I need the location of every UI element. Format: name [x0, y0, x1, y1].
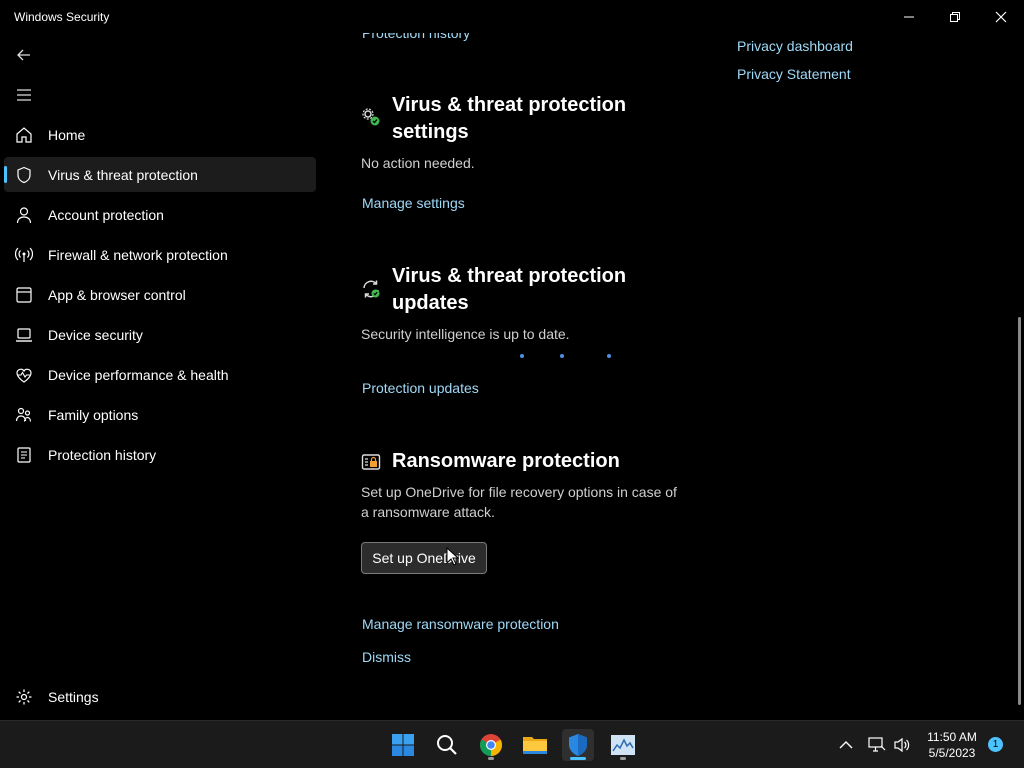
restore-icon [950, 11, 960, 22]
sidebar-item-label: Account protection [48, 206, 164, 223]
restore-button[interactable] [932, 0, 978, 33]
heart-pulse-icon [16, 368, 32, 383]
task-manager-icon [611, 735, 635, 755]
home-icon [16, 127, 32, 143]
show-hidden-icons-button[interactable] [836, 733, 856, 757]
ransomware-icon [361, 454, 381, 470]
active-indicator [570, 757, 586, 760]
taskbar: 11:50 AM 5/5/2023 1 [0, 720, 1024, 768]
progress-dot [520, 354, 524, 358]
close-button[interactable] [978, 0, 1024, 33]
sidebar-item-label: Device security [48, 326, 143, 343]
sidebar-item-app-browser-control[interactable]: App & browser control [4, 277, 316, 312]
sidebar-item-account-protection[interactable]: Account protection [4, 197, 316, 232]
network-button[interactable] [867, 733, 887, 757]
sidebar-item-label: Firewall & network protection [48, 246, 228, 263]
taskbar-file-explorer-button[interactable] [519, 729, 551, 761]
sidebar-item-device-security[interactable]: Device security [4, 317, 316, 352]
progress-dot [560, 354, 564, 358]
close-icon [995, 11, 1007, 22]
taskbar-search-button[interactable] [431, 729, 463, 761]
search-icon [437, 735, 457, 755]
laptop-icon [16, 328, 32, 342]
sidebar-item-label: Virus & threat protection [48, 166, 198, 183]
app-title: Windows Security [14, 10, 110, 24]
minimize-button[interactable] [886, 0, 932, 33]
taskbar-chrome-button[interactable] [475, 729, 507, 761]
scrollbar-thumb[interactable] [1018, 317, 1021, 705]
taskbar-task-manager-button[interactable] [607, 729, 639, 761]
menu-button[interactable] [14, 85, 34, 105]
sidebar-item-home[interactable]: Home [4, 117, 316, 152]
notification-badge[interactable]: 1 [988, 737, 1003, 752]
back-button[interactable] [14, 45, 34, 65]
file-explorer-icon [523, 737, 547, 754]
running-indicator [620, 757, 626, 760]
start-icon [392, 734, 414, 756]
sidebar-item-family-options[interactable]: Family options [4, 397, 316, 432]
privacy-dashboard-link[interactable]: Privacy dashboard [737, 38, 853, 54]
protection-history-link[interactable]: Protection history [362, 33, 470, 41]
chevron-up-icon [839, 741, 853, 749]
sidebar-item-label: Home [48, 126, 86, 143]
refresh-update-icon [363, 280, 380, 298]
ransomware-section-title: Ransomware protection [392, 450, 620, 472]
protection-updates-link[interactable]: Protection updates [362, 380, 479, 396]
family-icon [15, 407, 32, 422]
volume-button[interactable] [892, 733, 912, 757]
minimize-icon [904, 16, 914, 17]
chrome-icon [480, 734, 502, 756]
settings-section-title: Virus & threat protection settings [392, 94, 627, 143]
windows-security-icon [569, 734, 587, 756]
dismiss-link[interactable]: Dismiss [362, 649, 411, 665]
sidebar-item-settings[interactable]: Settings [4, 679, 316, 715]
updates-section-title: Virus & threat protection updates [392, 265, 627, 314]
sidebar-item-firewall-network-protection[interactable]: Firewall & network protection [4, 237, 316, 272]
browser-window-icon [16, 287, 32, 303]
start-button[interactable] [387, 729, 419, 761]
settings-status-text: No action needed. [361, 155, 475, 171]
network-icon [868, 737, 886, 752]
manage-ransomware-protection-link[interactable]: Manage ransomware protection [362, 616, 559, 632]
sidebar-item-device-performance-health[interactable]: Device performance & health [4, 357, 316, 392]
main-content: Protection history Virus & threat protec… [321, 33, 1024, 720]
antenna-icon [15, 247, 33, 262]
sidebar-item-label: Settings [48, 689, 99, 705]
updates-status-text: Security intelligence is up to date. [361, 326, 570, 342]
clock-time: 11:50 AM [927, 730, 977, 744]
sidebar-nav: Home Virus & threat protection Account p… [4, 117, 316, 477]
title-bar: Windows Security [0, 0, 1024, 33]
settings-gears-icon [362, 108, 380, 126]
mouse-cursor-icon [446, 547, 460, 566]
taskbar-clock[interactable]: 11:50 AM 5/5/2023 [920, 729, 984, 761]
hamburger-icon [17, 89, 31, 101]
windows-security-window: Windows Security Home Virus & threat pro… [0, 0, 1024, 768]
sidebar-item-label: Family options [48, 406, 139, 423]
setup-onedrive-button[interactable]: Set up OneDrive [361, 542, 487, 574]
running-indicator [488, 757, 494, 760]
manage-settings-link[interactable]: Manage settings [362, 195, 465, 211]
sidebar-item-label: App & browser control [48, 286, 186, 303]
taskbar-windows-security-button[interactable] [562, 729, 594, 761]
sidebar-item-label: Device performance & health [48, 366, 229, 383]
shield-icon [17, 166, 31, 184]
sidebar-item-virus-threat-protection[interactable]: Virus & threat protection [4, 157, 316, 192]
privacy-statement-link[interactable]: Privacy Statement [737, 66, 851, 82]
back-arrow-icon [17, 49, 30, 61]
person-icon [16, 207, 32, 224]
gear-icon [16, 689, 32, 705]
history-icon [17, 447, 31, 463]
sidebar-item-protection-history[interactable]: Protection history [4, 437, 316, 472]
sidebar-item-label: Protection history [48, 446, 157, 463]
clock-date: 5/5/2023 [928, 746, 976, 760]
sidebar: Home Virus & threat protection Account p… [0, 33, 321, 720]
ransomware-description: Set up OneDrive for file recovery option… [361, 484, 677, 520]
progress-dot [607, 354, 611, 358]
volume-icon [894, 737, 910, 753]
